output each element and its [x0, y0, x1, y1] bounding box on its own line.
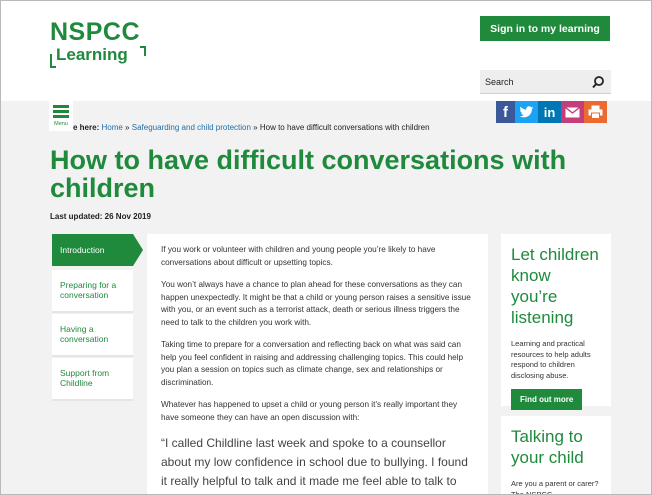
childline-quote: “I called Childline last week and spoke …	[161, 436, 468, 494]
hamburger-icon-bar	[53, 110, 69, 113]
search-input[interactable]	[485, 74, 585, 90]
page-title: How to have difficult conversations with…	[50, 145, 567, 203]
sign-in-button[interactable]: Sign in to my learning	[480, 16, 610, 41]
search-icon[interactable]	[591, 75, 605, 89]
site-header: NSPCC Learning Sign in to my learning	[1, 1, 651, 101]
breadcrumb-separator: »	[125, 123, 130, 132]
nav-item-introduction[interactable]: Introduction	[52, 234, 143, 266]
menu-button[interactable]: Menu	[49, 101, 73, 131]
logo-main-text: NSPCC	[50, 18, 141, 46]
promo-card-talking: Talking to your child Are you a parent o…	[501, 416, 611, 495]
twitter-icon[interactable]	[515, 101, 538, 123]
email-icon[interactable]	[561, 101, 584, 123]
print-icon[interactable]	[584, 101, 607, 123]
logo-sub-text: Learning	[50, 45, 147, 68]
promo-card-title[interactable]: Talking to your child	[511, 426, 601, 468]
find-out-more-button[interactable]: Find out more	[511, 389, 583, 410]
breadcrumb: e here: Home » Safeguarding and child pr…	[73, 123, 430, 132]
breadcrumb-prefix: e here:	[73, 123, 100, 132]
linkedin-icon[interactable]: in	[538, 101, 561, 123]
article-paragraph: Whatever has happened to upset a child o…	[161, 400, 458, 422]
breadcrumb-home-link[interactable]: Home	[101, 123, 122, 132]
hamburger-icon-bar	[53, 115, 69, 118]
article-paragraph: You won’t always have a chance to plan a…	[161, 280, 471, 327]
menu-label: Menu	[54, 121, 68, 127]
breadcrumb-current: How to have difficult conversations with…	[259, 123, 430, 132]
nspcc-learning-logo[interactable]: NSPCC Learning	[50, 18, 147, 68]
breadcrumb-safeguarding-link[interactable]: Safeguarding and child protection	[132, 123, 251, 132]
last-updated: Last updated: 26 Nov 2019	[50, 212, 151, 221]
article-body: If you work or volunteer with children a…	[147, 234, 488, 494]
promo-card-listening: Let children know you’re listening Learn…	[501, 234, 611, 410]
article-paragraph: If you work or volunteer with children a…	[161, 245, 436, 267]
article-paragraph: Taking time to prepare for a conversatio…	[161, 340, 464, 387]
section-nav: Introduction Preparing for a conversatio…	[52, 234, 143, 402]
search-box	[480, 70, 611, 94]
nav-item-childline[interactable]: Support from Childline	[52, 358, 133, 401]
promo-card-title[interactable]: Let children know you’re listening	[511, 244, 601, 328]
nav-item-preparing[interactable]: Preparing for a conversation	[52, 270, 133, 313]
browser-viewport: NSPCC Learning Sign in to my learning Me…	[0, 0, 652, 495]
promo-card-text: Learning and practical resources to help…	[511, 339, 591, 380]
promo-card-text: Are you a parent or carer? The NSPCC	[511, 479, 599, 495]
nav-item-having[interactable]: Having a conversation	[52, 314, 133, 357]
share-bar: f in	[496, 101, 607, 123]
facebook-icon[interactable]: f	[496, 101, 515, 123]
hamburger-icon	[53, 105, 69, 108]
breadcrumb-separator: »	[253, 123, 258, 132]
